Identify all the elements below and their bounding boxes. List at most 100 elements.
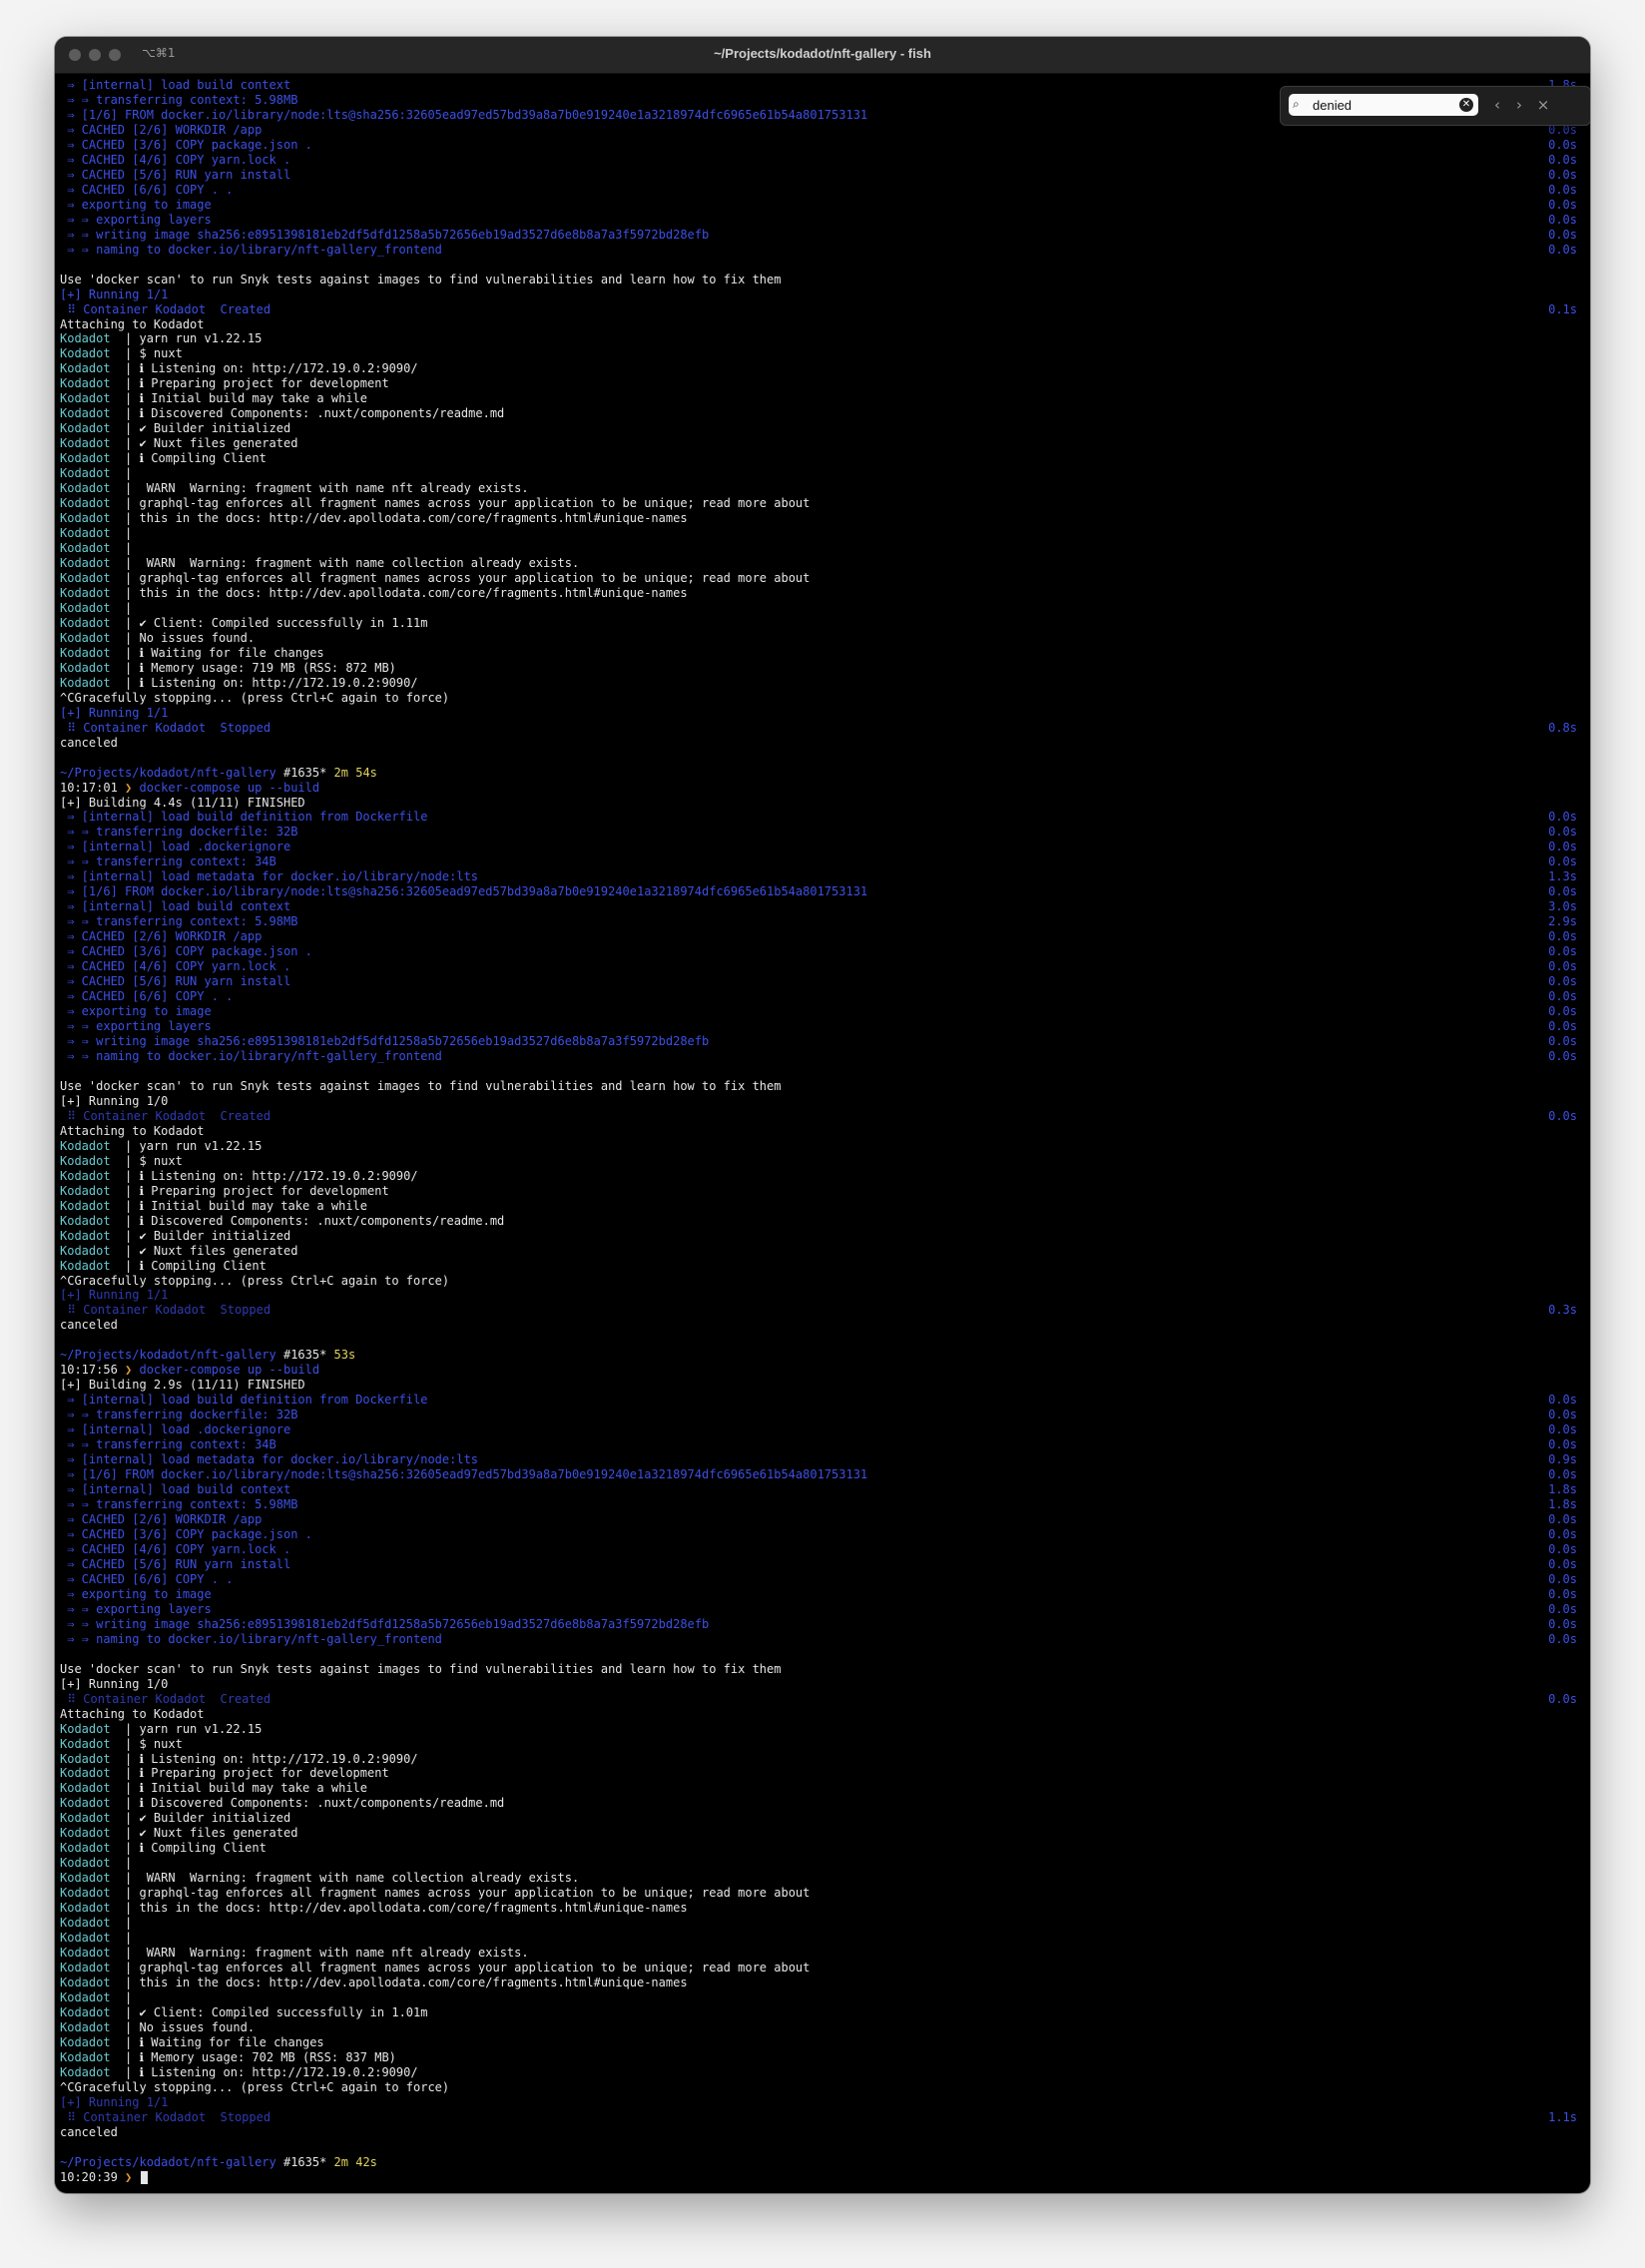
text-segment: ❯: [125, 780, 140, 795]
text-segment: #1635*: [275, 2154, 334, 2169]
line-text: Kodadot | ℹ Listening on: http://172.19.…: [60, 1169, 1577, 1184]
text-segment: [+] Running 1/1: [60, 705, 169, 720]
text-segment: | this in the docs: http://dev.apollodat…: [110, 1976, 688, 1990]
terminal-line: Kodadot |: [60, 1931, 1577, 1946]
text-segment: ⇒ [1/6] FROM docker.io/library/node:lts@…: [60, 1467, 868, 1482]
text-segment: | WARN Warning: fragment with name nft a…: [110, 481, 529, 496]
line-text: ^CGracefully stopping... (press Ctrl+C a…: [60, 691, 1577, 706]
text-segment: | ℹ Preparing project for development: [110, 1766, 389, 1781]
terminal-line: ⇒ CACHED [5/6] RUN yarn install 0.0s: [60, 1557, 1577, 1572]
line-text: ⇒ CACHED [5/6] RUN yarn install: [60, 168, 1540, 183]
terminal-line: ⇒ CACHED [4/6] COPY yarn.lock . 0.0s: [60, 1542, 1577, 1557]
find-input[interactable]: [1313, 96, 1452, 114]
text-segment: ⇒ ⇒ naming to docker.io/library/nft-gall…: [60, 1631, 442, 1646]
line-text: ⇒ ⇒ naming to docker.io/library/nft-gall…: [60, 1632, 1540, 1647]
text-segment: ⠿ Container Kodadot Stopped: [60, 1303, 272, 1318]
step-duration: 1.1s: [1548, 2109, 1577, 2124]
clear-icon[interactable]: ✕: [1459, 98, 1473, 112]
terminal-line: Kodadot | yarn run v1.22.15: [60, 1722, 1577, 1737]
terminal-line: ⠿ Container Kodadot Created 0.1s: [60, 302, 1577, 317]
text-segment: Kodadot: [60, 556, 111, 570]
text-segment: ⠿ Container Kodadot Created: [60, 301, 272, 316]
line-text: Kodadot | ✔ Builder initialized: [60, 1229, 1577, 1244]
text-segment: ⇒ ⇒ transferring dockerfile: 32B: [60, 1408, 298, 1422]
line-text: [+] Running 1/1: [60, 1288, 1577, 1303]
terminal-line: Kodadot |: [60, 466, 1577, 481]
text-segment: ⇒ ⇒ writing image sha256:e8951398181eb2d…: [60, 1034, 710, 1048]
line-text: Kodadot |: [60, 601, 1577, 616]
step-duration: 0.1s: [1548, 301, 1577, 316]
terminal-line: ⇒ ⇒ naming to docker.io/library/nft-gall…: [60, 1632, 1577, 1647]
text-segment: | ℹ Discovered Components: .nuxt/compone…: [110, 1796, 505, 1811]
terminal-line: Kodadot | ℹ Waiting for file changes: [60, 2035, 1577, 2050]
text-segment: [+] Running 1/1: [60, 1288, 169, 1303]
text-segment: ⇒ ⇒ exporting layers: [60, 1019, 212, 1034]
terminal-line: ⇒ [internal] load build context 1.8s: [60, 1482, 1577, 1497]
step-duration: 1.8s: [1548, 1482, 1577, 1497]
line-text: ⇒ exporting to image: [60, 1587, 1540, 1602]
terminal-line: 10:17:01 ❯ docker-compose up --build: [60, 781, 1577, 796]
close-find-button[interactable]: ×: [1534, 96, 1552, 114]
text-segment: Kodadot: [60, 1916, 111, 1931]
step-duration: 0.0s: [1548, 1437, 1577, 1452]
line-text: ⇒ CACHED [4/6] COPY yarn.lock .: [60, 153, 1540, 168]
text-segment: Use 'docker scan' to run Snyk tests agai…: [60, 1661, 782, 1676]
text-segment: ^CGracefully stopping... (press Ctrl+C a…: [60, 1273, 450, 1288]
text-segment: Kodadot: [60, 1841, 111, 1856]
text-segment: ⇒ ⇒ transferring context: 34B: [60, 854, 276, 869]
terminal-line: Kodadot | $ nuxt: [60, 346, 1577, 361]
line-text: Kodadot | ✔ Builder initialized: [60, 421, 1577, 436]
terminal-line: ⇒ CACHED [6/6] COPY . . 0.0s: [60, 989, 1577, 1004]
terminal-line: Kodadot | ℹ Listening on: http://172.19.…: [60, 1752, 1577, 1767]
terminal-line: ⇒ [internal] load .dockerignore 0.0s: [60, 840, 1577, 854]
text-segment: |: [110, 1990, 133, 2004]
text-cursor: [141, 2170, 149, 2184]
line-text: ⇒ CACHED [4/6] COPY yarn.lock .: [60, 1542, 1540, 1557]
line-text: [60, 751, 1577, 766]
text-segment: | ℹ Initial build may take a while: [110, 1781, 367, 1796]
line-text: ⇒ CACHED [5/6] RUN yarn install: [60, 1557, 1540, 1572]
terminal-line: Kodadot | ℹ Preparing project for develo…: [60, 1184, 1577, 1199]
text-segment: | ℹ Memory usage: 719 MB (RSS: 872 MB): [110, 660, 396, 675]
text-segment: #1635*: [275, 1348, 334, 1363]
terminal-line: Kodadot | ℹ Listening on: http://172.19.…: [60, 2065, 1577, 2080]
line-text: Kodadot | ℹ Initial build may take a whi…: [60, 1199, 1577, 1214]
line-text: Kodadot | ℹ Waiting for file changes: [60, 646, 1577, 661]
text-segment: | graphql-tag enforces all fragment name…: [110, 1961, 811, 1976]
terminal-line: [60, 2140, 1577, 2155]
text-segment: ⇒ CACHED [4/6] COPY yarn.lock .: [60, 959, 291, 974]
terminal-line: ⇒ CACHED [6/6] COPY . . 0.0s: [60, 183, 1577, 198]
next-match-button[interactable]: ›: [1510, 96, 1528, 114]
find-field[interactable]: ⌕ ✕: [1289, 94, 1478, 116]
terminal-line: Kodadot | ✔ Nuxt files generated: [60, 436, 1577, 451]
text-segment: | ✔ Nuxt files generated: [110, 1826, 298, 1841]
step-duration: 0.0s: [1548, 242, 1577, 257]
terminal-line: Kodadot | ℹ Initial build may take a whi…: [60, 391, 1577, 406]
line-text: ⇒ ⇒ transferring dockerfile: 32B: [60, 1408, 1540, 1422]
line-text: Kodadot | graphql-tag enforces all fragm…: [60, 1886, 1577, 1901]
terminal-line: ⇒ [internal] load metadata for docker.io…: [60, 869, 1577, 884]
previous-match-button[interactable]: ‹: [1488, 96, 1506, 114]
line-text: Kodadot | ℹ Compiling Client: [60, 1259, 1577, 1274]
text-segment: ^CGracefully stopping... (press Ctrl+C a…: [60, 2079, 450, 2094]
terminal-line: Kodadot | $ nuxt: [60, 1154, 1577, 1169]
line-text: Kodadot | WARN Warning: fragment with na…: [60, 481, 1577, 496]
line-text: ⇒ [internal] load .dockerignore: [60, 840, 1540, 854]
terminal-line: Kodadot | WARN Warning: fragment with na…: [60, 1946, 1577, 1961]
window-title: ~/Projects/kodadot/nft-gallery - fish: [714, 46, 931, 61]
line-text: Kodadot | ℹ Listening on: http://172.19.…: [60, 1752, 1577, 1767]
terminal-line: Kodadot | ℹ Memory usage: 702 MB (RSS: 8…: [60, 2050, 1577, 2065]
line-text: Kodadot | yarn run v1.22.15: [60, 1722, 1577, 1737]
step-duration: 0.0s: [1548, 152, 1577, 167]
text-segment: Use 'docker scan' to run Snyk tests agai…: [60, 272, 782, 286]
terminal-line: ⇒ ⇒ writing image sha256:e8951398181eb2d…: [60, 228, 1577, 243]
line-text: Kodadot | ℹ Discovered Components: .nuxt…: [60, 1214, 1577, 1229]
text-segment: ⇒ CACHED [5/6] RUN yarn install: [60, 167, 291, 182]
line-text: [60, 1333, 1577, 1348]
terminal-output[interactable]: ⇒ [internal] load build context 1.8s ⇒ ⇒ …: [60, 78, 1577, 2184]
terminal-line: Kodadot | ℹ Discovered Components: .nuxt…: [60, 406, 1577, 421]
terminal-line: Use 'docker scan' to run Snyk tests agai…: [60, 273, 1577, 287]
text-segment: Kodadot: [60, 1871, 111, 1886]
text-segment: Kodadot: [60, 1766, 111, 1781]
text-segment: | ℹ Listening on: http://172.19.0.2:9090…: [110, 675, 418, 690]
